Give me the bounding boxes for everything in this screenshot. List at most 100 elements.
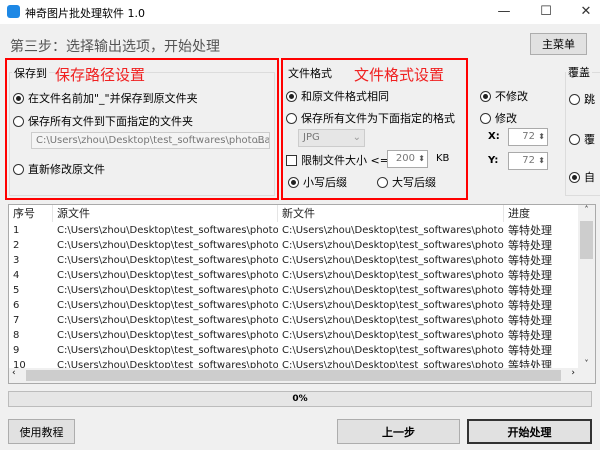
save-option-prefix[interactable]: 在文件名前加"_"并保存到原文件夹	[13, 90, 198, 106]
label: 修改	[495, 112, 517, 125]
resolution-no-change-radio[interactable]: 不修改	[480, 88, 528, 104]
index-cell: 1	[13, 225, 20, 236]
radio-icon	[13, 92, 24, 104]
format-option-specified[interactable]: 保存所有文件为下面指定的格式	[286, 110, 455, 126]
source-file-cell: C:\Users\zhou\Desktop\test_softwares\pho…	[57, 225, 278, 236]
new-file-cell: C:\Users\zhou\Desktop\test_softwares\pho…	[282, 255, 504, 266]
limit-size-spinner[interactable]: 200	[387, 150, 428, 168]
scroll-thumb[interactable]	[26, 370, 561, 381]
new-file-cell: C:\Users\zhou\Desktop\test_softwares\pho…	[282, 225, 504, 236]
close-button[interactable]: ✕	[566, 0, 600, 24]
format-value: JPG	[303, 132, 320, 143]
source-file-cell: C:\Users\zhou\Desktop\test_softwares\pho…	[57, 255, 278, 266]
resolution-change-radio[interactable]: 修改	[480, 110, 517, 126]
scroll-thumb[interactable]	[580, 221, 593, 259]
horizontal-scrollbar[interactable]: ‹ ›	[9, 368, 595, 383]
label: 保存所有文件到下面指定的文件夹	[28, 115, 193, 128]
source-file-cell: C:\Users\zhou\Desktop\test_softwares\pho…	[57, 330, 278, 341]
overwrite-option-overwrite[interactable]: 覆	[569, 131, 595, 147]
column-header[interactable]: 序号	[9, 205, 53, 222]
table-row[interactable]: 4 C:\Users\zhou\Desktop\test_softwares\ph…	[9, 268, 579, 283]
scroll-left-icon[interactable]: ‹	[12, 368, 16, 378]
overwrite-option-skip[interactable]: 跳	[569, 91, 595, 107]
format-option-same[interactable]: 和原文件格式相同	[286, 88, 389, 104]
status-cell: 等特处理	[508, 254, 552, 267]
label: 保存所有文件为下面指定的格式	[301, 112, 455, 125]
status-cell: 等特处理	[508, 224, 552, 237]
save-option-folder[interactable]: 保存所有文件到下面指定的文件夹	[13, 113, 193, 129]
chevron-down-icon: ⌄	[352, 132, 361, 143]
table-row[interactable]: 7 C:\Users\zhou\Desktop\test_softwares\ph…	[9, 313, 579, 328]
new-file-cell: C:\Users\zhou\Desktop\test_softwares\pho…	[282, 315, 504, 326]
table-row[interactable]: 5 C:\Users\zhou\Desktop\test_softwares\ph…	[9, 283, 579, 298]
label: 直新修改原文件	[28, 163, 105, 176]
new-file-cell: C:\Users\zhou\Desktop\test_softwares\pho…	[282, 270, 504, 281]
table-row[interactable]: 9 C:\Users\zhou\Desktop\test_softwares\ph…	[9, 343, 579, 358]
radio-icon	[569, 93, 580, 105]
label: 覆	[584, 133, 595, 146]
vertical-scrollbar[interactable]: ˄ ˅	[578, 205, 595, 368]
status-cell: 等特处理	[508, 314, 552, 327]
status-cell: 等特处理	[508, 239, 552, 252]
scroll-right-icon[interactable]: ›	[571, 368, 575, 378]
new-file-cell: C:\Users\zhou\Desktop\test_softwares\pho…	[282, 300, 504, 311]
save-path-input[interactable]: C:\Users\zhou\Desktop\test_softwares\pho…	[31, 132, 270, 149]
label: 大写后缀	[392, 176, 436, 189]
status-cell: 等特处理	[508, 269, 552, 282]
column-header[interactable]: 新文件	[278, 205, 504, 222]
upper-suffix-radio[interactable]: 大写后缀	[377, 174, 436, 190]
source-file-cell: C:\Users\zhou\Desktop\test_softwares\pho…	[57, 270, 278, 281]
index-cell: 3	[13, 255, 20, 266]
tutorial-button[interactable]: 使用教程	[8, 419, 75, 444]
save-option-overwrite[interactable]: 直新修改原文件	[13, 161, 105, 177]
table-row[interactable]: 3 C:\Users\zhou\Desktop\test_softwares\ph…	[9, 253, 579, 268]
maximize-button[interactable]: ☐	[526, 0, 566, 24]
format-select[interactable]: JPG ⌄	[298, 129, 365, 147]
index-cell: 7	[13, 315, 20, 326]
progress-bar: 0%	[8, 391, 592, 407]
label: 在文件名前加"_"并保存到原文件夹	[28, 92, 198, 105]
prev-step-button[interactable]: 上一步	[337, 419, 460, 444]
scroll-up-icon[interactable]: ˄	[578, 205, 595, 214]
index-cell: 8	[13, 330, 20, 341]
new-file-cell: C:\Users\zhou\Desktop\test_softwares\pho…	[282, 330, 504, 341]
new-file-cell: C:\Users\zhou\Desktop\test_softwares\pho…	[282, 240, 504, 251]
window-title: 神奇图片批处理软件 1.0	[25, 7, 145, 20]
lower-suffix-radio[interactable]: 小写后缀	[288, 174, 347, 190]
table-header: 序号 源文件 新文件 进度	[9, 205, 579, 222]
progress-label: 0%	[292, 394, 308, 404]
path-value: C:\Users\zhou\Desktop\test_softwares\pho…	[36, 135, 270, 146]
limit-size-checkbox[interactable]: 限制文件大小 <=	[286, 152, 389, 168]
browse-button[interactable]: ...	[255, 133, 265, 148]
table-row[interactable]: 6 C:\Users\zhou\Desktop\test_softwares\ph…	[9, 298, 579, 313]
index-cell: 2	[13, 240, 20, 251]
label: 小写后缀	[303, 176, 347, 189]
format-annotation: 文件格式设置	[354, 66, 445, 84]
label: 自	[584, 171, 595, 184]
radio-icon	[480, 90, 491, 102]
column-header[interactable]: 源文件	[53, 205, 278, 222]
new-file-cell: C:\Users\zhou\Desktop\test_softwares\pho…	[282, 285, 504, 296]
step-heading: 第三步：选择输出选项，开始处理	[10, 39, 220, 55]
radio-icon	[569, 133, 580, 145]
start-processing-button[interactable]: 开始处理	[467, 419, 592, 444]
new-file-cell: C:\Users\zhou\Desktop\test_softwares\pho…	[282, 345, 504, 356]
status-cell: 等特处理	[508, 329, 552, 342]
radio-icon	[480, 112, 491, 124]
overwrite-group-label: 覆盖	[566, 64, 592, 80]
checkbox-icon	[286, 154, 297, 166]
y-spinner[interactable]: 72	[508, 152, 548, 170]
overwrite-option-auto[interactable]: 自	[569, 169, 595, 185]
table-row[interactable]: 1 C:\Users\zhou\Desktop\test_softwares\ph…	[9, 223, 579, 238]
scroll-down-icon[interactable]: ˅	[578, 359, 595, 368]
minimize-button[interactable]: —	[484, 0, 524, 24]
label: 跳	[584, 93, 595, 106]
table-row[interactable]: 8 C:\Users\zhou\Desktop\test_softwares\ph…	[9, 328, 579, 343]
main-menu-button[interactable]: 主菜单	[530, 33, 587, 55]
table-row[interactable]: 2 C:\Users\zhou\Desktop\test_softwares\ph…	[9, 238, 579, 253]
x-label: X:	[488, 131, 500, 142]
column-header[interactable]: 进度	[504, 205, 579, 222]
x-spinner[interactable]: 72	[508, 128, 548, 146]
y-label: Y:	[488, 155, 499, 166]
file-table[interactable]: 序号 源文件 新文件 进度 1 C:\Users\zhou\Desktop\tes…	[8, 204, 596, 384]
